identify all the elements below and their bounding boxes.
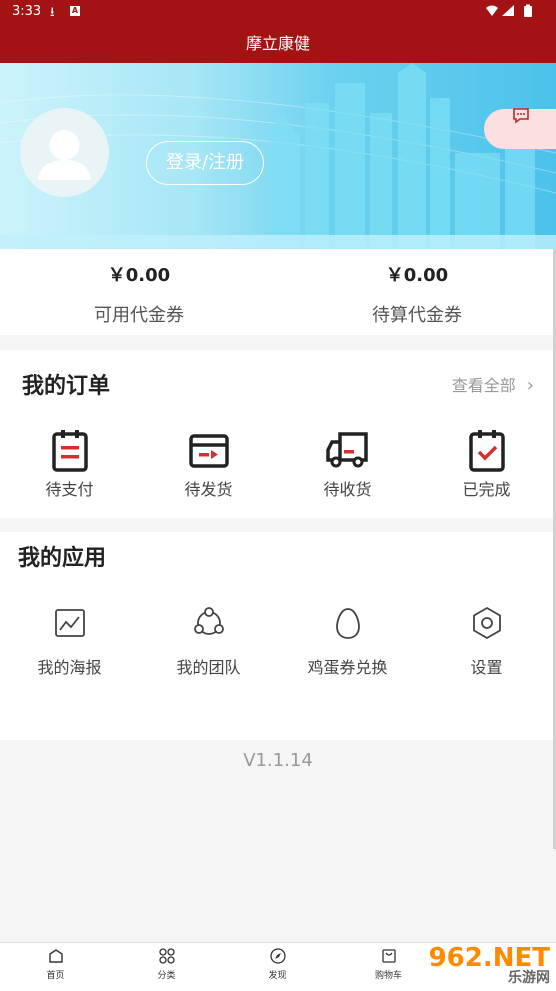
title-bar: 摩立康健 bbox=[0, 24, 556, 63]
order-label: 已完成 bbox=[462, 480, 511, 499]
login-register-button[interactable]: 登录/注册 bbox=[146, 141, 264, 185]
coupon-label: 待算代金券 bbox=[372, 305, 462, 326]
app-label: 鸡蛋券兑换 bbox=[307, 658, 388, 677]
app-my-team[interactable]: 我的团队 bbox=[139, 606, 278, 678]
apps-title: 我的应用 bbox=[18, 546, 107, 571]
app-label: 我的海报 bbox=[37, 658, 102, 677]
cart-icon bbox=[381, 949, 396, 963]
poster-icon bbox=[54, 609, 85, 637]
profile-banner: 登录/注册 bbox=[0, 63, 556, 249]
truck-icon bbox=[325, 432, 368, 468]
orders-section: 我的订单 查看全部 › 待支付 待发货 待收货 已完成 bbox=[0, 350, 556, 518]
chevron-right-icon: › bbox=[526, 375, 534, 396]
user-avatar-icon bbox=[38, 130, 91, 180]
order-pending-payment[interactable]: 待支付 bbox=[0, 428, 139, 500]
app-version: V1.1.14 bbox=[243, 750, 313, 771]
app-label: 设置 bbox=[470, 658, 503, 677]
tab-cart[interactable]: 购物车 bbox=[333, 947, 444, 981]
apps-section: 我的应用 我的海报 我的团队 鸡蛋券兑换 设置 bbox=[0, 532, 556, 740]
order-pending-shipment[interactable]: 待发货 bbox=[139, 428, 278, 500]
order-label: 待发货 bbox=[184, 480, 233, 499]
pending-coupon[interactable]: ￥0.00 待算代金券 bbox=[278, 249, 556, 327]
clipboard-pending-icon bbox=[51, 430, 88, 472]
box-ship-icon bbox=[188, 434, 229, 468]
settings-hex-icon bbox=[472, 606, 501, 640]
avatar[interactable] bbox=[20, 108, 109, 197]
wifi-signal-battery-icon bbox=[486, 4, 532, 17]
coupon-amount: ￥0.00 bbox=[107, 265, 171, 286]
app-notification-icon: A bbox=[70, 6, 80, 16]
view-all-label: 查看全部 bbox=[451, 376, 516, 395]
app-my-poster[interactable]: 我的海报 bbox=[0, 606, 139, 678]
tab-home[interactable]: 首页 bbox=[0, 947, 111, 981]
status-time: 3:33 bbox=[12, 4, 42, 19]
status-bar: 3:33 ⭳ A bbox=[0, 0, 556, 24]
order-completed[interactable]: 已完成 bbox=[417, 428, 556, 500]
status-icons bbox=[484, 3, 544, 23]
tab-label: 首页 bbox=[46, 971, 65, 981]
tab-category[interactable]: 分类 bbox=[111, 947, 222, 981]
compass-icon bbox=[269, 948, 286, 964]
bottom-tab-bar: 首页 分类 发现 购物车 962.NET 乐游网 bbox=[0, 942, 556, 991]
home-icon bbox=[48, 949, 63, 963]
tab-label: 分类 bbox=[157, 971, 176, 981]
view-all-orders-link[interactable]: 查看全部 › bbox=[452, 372, 534, 396]
coupon-label: 可用代金券 bbox=[94, 305, 184, 326]
tab-label: 发现 bbox=[268, 971, 287, 981]
app-settings[interactable]: 设置 bbox=[417, 606, 556, 678]
coupon-amount: ￥0.00 bbox=[385, 265, 449, 286]
available-coupon[interactable]: ￥0.00 可用代金券 bbox=[0, 249, 278, 327]
tab-label: 购物车 bbox=[374, 971, 402, 981]
tab-discover[interactable]: 发现 bbox=[222, 947, 333, 981]
coupon-summary: ￥0.00 可用代金券 ￥0.00 待算代金券 bbox=[0, 249, 556, 335]
app-label: 我的团队 bbox=[176, 658, 241, 677]
egg-icon bbox=[335, 608, 360, 639]
orders-title: 我的订单 bbox=[22, 374, 111, 399]
site-watermark-logo: 962.NET 乐游网 bbox=[429, 943, 550, 987]
app-egg-coupon-exchange[interactable]: 鸡蛋券兑换 bbox=[278, 606, 417, 678]
team-icon bbox=[193, 607, 224, 635]
order-label: 待收货 bbox=[323, 480, 372, 499]
clipboard-check-icon bbox=[468, 430, 505, 472]
order-pending-receipt[interactable]: 待收货 bbox=[278, 428, 417, 500]
chat-icon bbox=[513, 108, 529, 124]
order-label: 待支付 bbox=[45, 480, 94, 499]
page-title: 摩立康健 bbox=[245, 34, 310, 53]
download-icon: ⭳ bbox=[50, 5, 55, 20]
category-icon bbox=[158, 948, 175, 964]
message-button[interactable] bbox=[484, 108, 556, 149]
